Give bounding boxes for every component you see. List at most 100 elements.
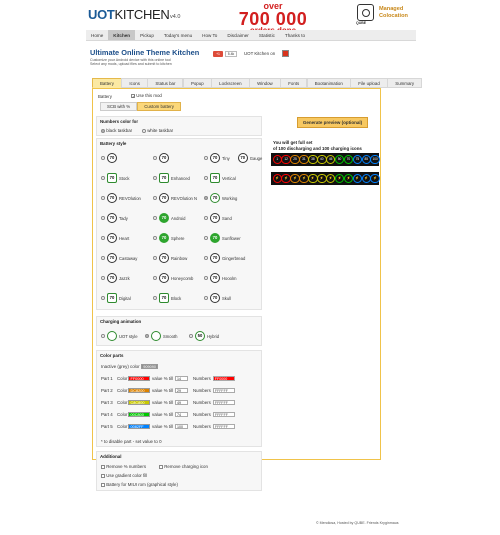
battery-style-radio[interactable] (101, 296, 105, 300)
tab-window[interactable]: Window (249, 78, 281, 88)
battery-style-radio[interactable] (204, 176, 208, 180)
part-color-input[interactable]: FF0000 (128, 376, 150, 382)
battery-style-skull[interactable]: 70 Skull (204, 293, 231, 303)
part-color-input[interactable]: C8C800 (128, 400, 150, 406)
battery-style-radio[interactable] (204, 216, 208, 220)
battery-style-radio[interactable] (153, 176, 157, 180)
battery-style-tiny[interactable]: 70 Tiny 70 Gauge (204, 153, 262, 163)
tab-lockscreen[interactable]: Lockscreen (211, 78, 250, 88)
battery-style-hooolm[interactable]: 70 Hooolm (204, 273, 236, 283)
battery-style-radio[interactable] (204, 276, 208, 280)
battery-style-heart[interactable]: 70 Heart (101, 233, 129, 243)
battery-style-sphere[interactable]: 70 Sphere (153, 233, 185, 243)
battery-style-enhanced[interactable]: 70 Enhanced (153, 173, 190, 183)
remove-percent-checkbox[interactable]: Remove % numbers (101, 464, 146, 469)
battery-style-tady[interactable]: 70 Tady (101, 213, 128, 223)
battery-style-digital[interactable]: 70 Digital (101, 293, 131, 303)
battery-style-android[interactable]: 70 Android (153, 213, 185, 223)
battery-style-radio[interactable] (153, 216, 157, 220)
battery-style-working[interactable]: 70 Working (204, 193, 237, 203)
part-numbers-color-input[interactable]: FF0000 (212, 376, 235, 382)
part-till-select[interactable]: 74 (175, 412, 188, 418)
part-numbers-color-input[interactable]: FFFFFF (212, 400, 235, 406)
part-color-input[interactable]: 0082FF (128, 424, 150, 430)
facebook-link[interactable]: UOT Kitchen on (244, 51, 275, 56)
white-taskbar-radio[interactable]: white taskbar (142, 128, 173, 133)
battery-style-sunflower[interactable]: 70 Sunflower (204, 233, 241, 243)
qube-logo-icon[interactable] (357, 4, 374, 21)
nav-today-s-menu[interactable]: Today's menu (159, 30, 197, 40)
battery-style-radio[interactable] (204, 236, 208, 240)
tab-file-upload[interactable]: File upload (350, 78, 388, 88)
battery-style-stock[interactable]: 70 Stock (101, 173, 129, 183)
tab-summary[interactable]: Summary (387, 78, 423, 88)
nav-disclaimer[interactable]: Disclaimer (222, 30, 253, 40)
battery-style-block[interactable]: 70 Block (153, 293, 181, 303)
nav-statistic[interactable]: Statistic (254, 30, 280, 40)
battery-style-vertical[interactable]: 70 Vertical (204, 173, 236, 183)
battery-style-radio[interactable] (204, 296, 208, 300)
battery-style-radio[interactable] (204, 196, 208, 200)
generate-preview-button[interactable]: Generate preview (optional) (297, 117, 368, 128)
tab-icons[interactable]: Icons (121, 78, 148, 88)
subtab-scb[interactable]: SCB with % (100, 102, 138, 111)
battery-style-honeycomb[interactable]: 70 Honeycomb (153, 273, 193, 283)
battery-style-radio[interactable] (153, 236, 157, 240)
part-color-input[interactable]: 00C800 (128, 412, 150, 418)
part-numbers-color-input[interactable]: FFFFFF (212, 412, 235, 418)
battery-style-radio[interactable] (101, 176, 105, 180)
battery-style-revolution[interactable]: 70 REVOlution (101, 193, 141, 203)
part-numbers-color-input[interactable]: FFFFFF (212, 424, 235, 430)
part-till-select[interactable]: 49 (175, 400, 188, 406)
tab-fonts[interactable]: Fonts (280, 78, 308, 88)
battery-style-radio[interactable] (153, 296, 157, 300)
gradient-fill-checkbox[interactable]: Use gradient color fill (101, 473, 147, 478)
miui-battery-checkbox[interactable]: Battery for MIUI rom (graphical style) (101, 482, 178, 487)
subtab-custom-battery[interactable]: Custom battery (137, 102, 181, 111)
nav-how-to[interactable]: How To (197, 30, 222, 40)
battery-style-radio[interactable] (153, 156, 157, 160)
google-plus-button[interactable]: +1 (213, 51, 223, 57)
remove-charging-icon-checkbox[interactable]: Remove charging icon (159, 464, 208, 469)
facebook-icon[interactable] (282, 50, 289, 57)
nav-pickup[interactable]: Pickup (135, 30, 159, 40)
battery-style-radio[interactable] (204, 156, 208, 160)
part-color-input[interactable]: DC8200 (128, 388, 150, 394)
battery-style-jazzk[interactable]: 70 Jazzk (101, 273, 130, 283)
part-till-select[interactable]: 14 (175, 376, 188, 382)
battery-style-rainbow[interactable]: 70 Rainbow (153, 253, 187, 263)
hosting-banner[interactable]: Managed Colocation (379, 6, 408, 20)
battery-style-radio[interactable] (153, 196, 157, 200)
battery-style-radio[interactable] (101, 156, 105, 160)
battery-style-sand[interactable]: 70 Sand (204, 213, 232, 223)
battery-style-radio[interactable] (153, 276, 157, 280)
inactive-color-input[interactable]: 909090 (140, 364, 159, 370)
nav-thanks-to[interactable]: Thanks to (280, 30, 310, 40)
tab-popup[interactable]: Popup (182, 78, 212, 88)
battery-style-radio[interactable] (153, 256, 157, 260)
part-numbers-color-input[interactable]: FFFFFF (212, 388, 235, 394)
charging-uot-style[interactable]: UOT style (101, 331, 138, 341)
black-taskbar-radio[interactable]: black taskbar (101, 128, 132, 133)
battery-style-radio[interactable] (101, 196, 105, 200)
tab-bootanimation[interactable]: Bootanimation (306, 78, 351, 88)
tab-status-bar[interactable]: Status bar (147, 78, 184, 88)
battery-gauge-label[interactable]: Gauge (250, 156, 263, 161)
nav-home[interactable]: Home (86, 30, 108, 40)
battery-style-radio[interactable] (101, 256, 105, 260)
part-till-select[interactable]: 29 (175, 388, 188, 394)
battery-style-default[interactable]: 70 (101, 153, 119, 163)
charging-smooth[interactable]: Smooth (145, 331, 177, 341)
battery-style-radio[interactable] (204, 256, 208, 260)
part-till-select[interactable]: 100 (175, 424, 188, 430)
battery-style-castaway[interactable]: 70 Castaway (101, 253, 137, 263)
battery-style-gingerbread[interactable]: 70 Gingerbread (204, 253, 245, 263)
battery-style-radio[interactable] (101, 216, 105, 220)
battery-style-circle[interactable]: 70 (153, 153, 171, 163)
site-logo[interactable]: UOTKITCHEN (88, 7, 170, 22)
battery-style-radio[interactable] (101, 236, 105, 240)
tab-battery[interactable]: Battery (92, 78, 122, 88)
charging-hybrid[interactable]: 50 Hybrid (189, 331, 219, 341)
battery-style-radio[interactable] (101, 276, 105, 280)
nav-kitchen[interactable]: Kitchen (108, 30, 136, 40)
